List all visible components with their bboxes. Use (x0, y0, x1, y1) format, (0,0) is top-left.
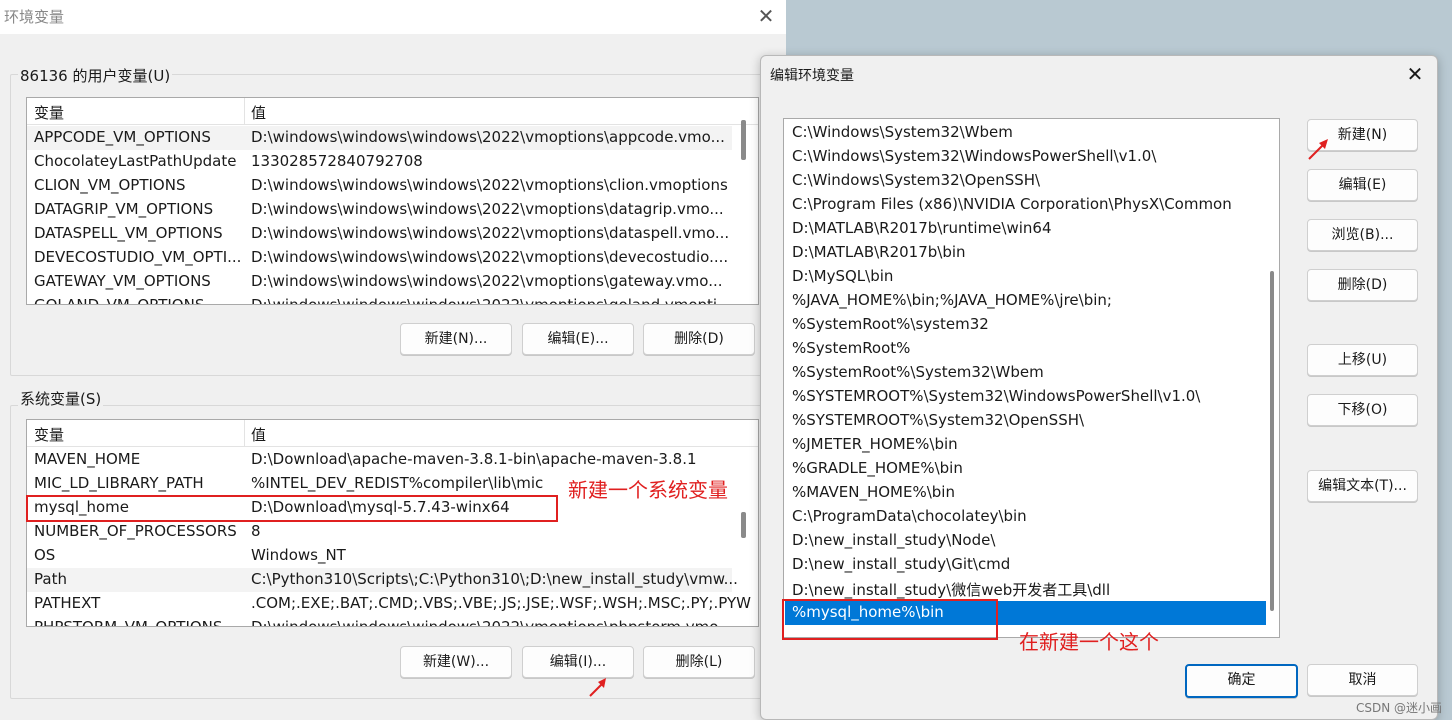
move-up-button[interactable]: 上移(U) (1307, 344, 1418, 376)
list-item[interactable]: %JAVA_HOME%\bin;%JAVA_HOME%\jre\bin; (785, 289, 1266, 313)
user-new-button[interactable]: 新建(N)... (400, 323, 512, 355)
list-item[interactable]: C:\ProgramData\chocolatey\bin (785, 505, 1266, 529)
table-row[interactable]: GATEWAY_VM_OPTIONS D:\windows\windows\win… (27, 270, 732, 294)
list-item[interactable]: %MAVEN_HOME%\bin (785, 481, 1266, 505)
user-variables-label: 86136 的用户变量(U) (18, 65, 173, 86)
column-header-value[interactable]: 值 (251, 102, 266, 123)
column-header-value[interactable]: 值 (251, 424, 266, 445)
table-row[interactable]: Path C:\Python310\Scripts\;C:\Python310\;… (27, 568, 738, 592)
system-variables-label: 系统变量(S) (18, 388, 104, 409)
edit-text-button[interactable]: 编辑文本(T)... (1307, 470, 1418, 502)
cancel-button[interactable]: 取消 (1307, 664, 1418, 696)
edit-button[interactable]: 编辑(E) (1307, 169, 1418, 201)
delete-button[interactable]: 删除(D) (1307, 269, 1418, 301)
window-title: 环境变量 (4, 8, 65, 26)
dialog-title: 编辑环境变量 (770, 68, 854, 84)
system-delete-button[interactable]: 删除(L) (643, 646, 755, 678)
list-item[interactable]: %SystemRoot%\system32 (785, 313, 1266, 337)
list-item[interactable]: C:\Program Files (x86)\NVIDIA Corporatio… (785, 193, 1266, 217)
path-list[interactable]: C:\Windows\System32\Wbem C:\Windows\Syst… (783, 118, 1280, 638)
table-row[interactable]: NUMBER_OF_PROCESSORS 8 (27, 520, 732, 544)
list-item[interactable]: C:\Windows\System32\OpenSSH\ (785, 169, 1266, 193)
table-header: 变量 值 (27, 420, 758, 447)
title-bar: 环境变量 ✕ (0, 0, 786, 34)
annotation-new-system-var: 新建一个系统变量 (568, 478, 728, 502)
table-row[interactable]: PATHEXT .COM;.EXE;.BAT;.CMD;.VBS;.VBE;.JS… (27, 592, 751, 616)
environment-variables-window: 环境变量 ✕ 86136 的用户变量(U) 变量 值 APPCODE_VM_OP… (0, 0, 786, 720)
highlight-box-new-path (782, 599, 998, 640)
ok-button[interactable]: 确定 (1185, 664, 1298, 698)
list-item[interactable]: D:\new_install_study\Node\ (785, 529, 1266, 553)
table-row[interactable]: DATASPELL_VM_OPTIONS D:\windows\windows\w… (27, 222, 732, 246)
close-icon[interactable]: ✕ (752, 2, 780, 30)
list-item[interactable]: %SystemRoot% (785, 337, 1266, 361)
list-item[interactable]: C:\Windows\System32\WindowsPowerShell\v1… (785, 145, 1266, 169)
system-edit-button[interactable]: 编辑(I)... (522, 646, 634, 678)
highlight-box-mysql-home (26, 495, 558, 522)
table-row[interactable]: CLION_VM_OPTIONS D:\windows\windows\windo… (27, 174, 732, 198)
system-variables-table[interactable]: 变量 值 MAVEN_HOME D:\Download\apache-maven-… (26, 419, 759, 627)
list-item[interactable]: C:\Windows\System32\Wbem (785, 121, 1266, 145)
red-arrow-icon (589, 678, 606, 697)
user-edit-button[interactable]: 编辑(E)... (522, 323, 634, 355)
list-item[interactable]: D:\MySQL\bin (785, 265, 1266, 289)
edit-environment-variable-dialog: 编辑环境变量 ✕ C:\Windows\System32\Wbem C:\Win… (760, 55, 1438, 720)
list-item[interactable]: D:\new_install_study\Git\cmd (785, 553, 1266, 577)
list-item[interactable]: D:\MATLAB\R2017b\runtime\win64 (785, 217, 1266, 241)
close-icon[interactable]: ✕ (1401, 60, 1429, 88)
list-item[interactable]: %SystemRoot%\System32\Wbem (785, 361, 1266, 385)
table-row[interactable]: DATAGRIP_VM_OPTIONS D:\windows\windows\wi… (27, 198, 732, 222)
list-item[interactable]: D:\MATLAB\R2017b\bin (785, 241, 1266, 265)
table-row[interactable]: ChocolateyLastPathUpdate 1330285728407927… (27, 150, 732, 174)
table-row[interactable]: GOLAND_VM_OPTIONS D:\windows\windows\wind… (27, 294, 732, 304)
browse-button[interactable]: 浏览(B)... (1307, 219, 1418, 251)
column-header-variable[interactable]: 变量 (34, 102, 64, 123)
table-row[interactable]: DEVECOSTUDIO_VM_OPTI... D:\windows\window… (27, 246, 732, 270)
watermark: CSDN @迷小画 (1355, 701, 1442, 715)
list-item[interactable]: %SYSTEMROOT%\System32\OpenSSH\ (785, 409, 1266, 433)
table-row[interactable]: MAVEN_HOME D:\Download\apache-maven-3.8.1… (27, 448, 732, 472)
system-new-button[interactable]: 新建(W)... (400, 646, 512, 678)
list-item[interactable]: %JMETER_HOME%\bin (785, 433, 1266, 457)
list-item[interactable]: %SYSTEMROOT%\System32\WindowsPowerShell\… (785, 385, 1266, 409)
list-item[interactable]: %GRADLE_HOME%\bin (785, 457, 1266, 481)
red-arrow-icon (1308, 139, 1328, 160)
user-delete-button[interactable]: 删除(D) (643, 323, 755, 355)
table-row[interactable]: PHPSTORM_VM_OPTIONS D:\windows\windows\wi… (27, 616, 732, 626)
table-row[interactable]: OS Windows_NT (27, 544, 732, 568)
column-header-variable[interactable]: 变量 (34, 424, 64, 445)
scrollbar[interactable] (741, 120, 746, 160)
scrollbar[interactable] (741, 512, 746, 538)
move-down-button[interactable]: 下移(O) (1307, 394, 1418, 426)
table-row[interactable]: APPCODE_VM_OPTIONS D:\windows\windows\win… (27, 126, 732, 150)
scrollbar[interactable] (1270, 271, 1274, 611)
annotation-new-this: 在新建一个这个 (1019, 630, 1159, 654)
user-variables-table[interactable]: 变量 值 APPCODE_VM_OPTIONS D:\windows\window… (26, 97, 759, 305)
list-item[interactable]: D:\new_install_study\微信web开发者工具\dll (785, 577, 1266, 601)
table-header: 变量 值 (27, 98, 758, 125)
